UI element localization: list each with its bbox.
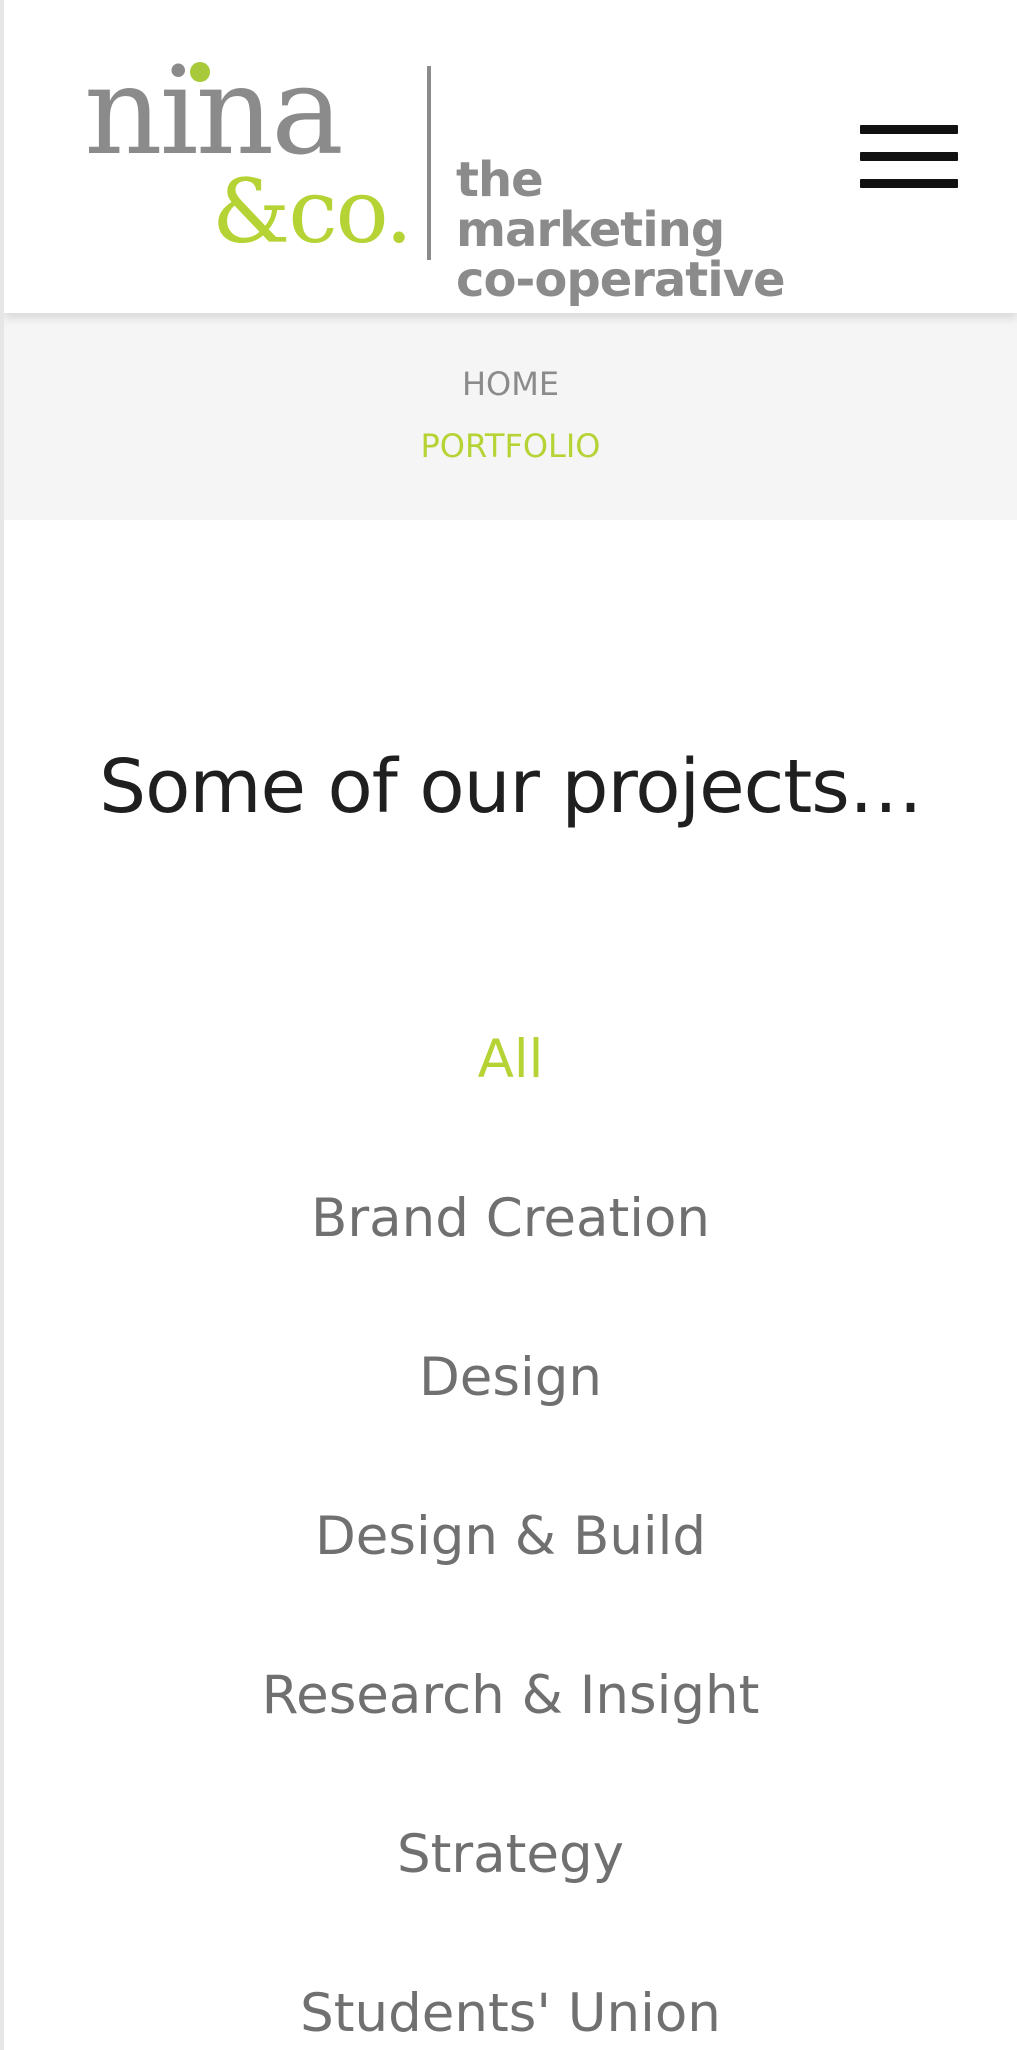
breadcrumb: HOME PORTFOLIO [4,313,1017,520]
logo-divider [427,66,431,260]
filter-all[interactable]: All [4,1020,1017,1179]
menu-bar [860,125,958,134]
logo-tagline-line2: co-operative [456,252,786,308]
filter-students-union[interactable]: Students' Union [4,1974,1017,2050]
filter-design[interactable]: Design [4,1338,1017,1497]
menu-bar [860,152,958,161]
logo-wordmark-nina: nina [84,40,344,182]
site-logo[interactable]: nina &co. the marketing co-operative [84,40,804,305]
hamburger-menu-icon[interactable] [860,125,958,189]
filter-brand-creation[interactable]: Brand Creation [4,1179,1017,1338]
logo-tagline-line1: the marketing [456,152,725,258]
logo-tagline: the marketing co-operative [456,155,804,305]
menu-bar [860,179,958,188]
filter-design-and-build[interactable]: Design & Build [4,1497,1017,1656]
logo-wordmark-co: &co. [212,160,413,263]
filter-research-and-insight[interactable]: Research & Insight [4,1656,1017,1815]
breadcrumb-current: PORTFOLIO [420,427,601,465]
logo-dot [190,62,210,82]
filter-strategy[interactable]: Strategy [4,1815,1017,1974]
breadcrumb-home-link[interactable]: HOME [4,365,1017,403]
site-header: nina &co. the marketing co-operative [4,0,1017,313]
page: nina &co. the marketing co-operative HOM… [0,0,1017,2050]
portfolio-filter-list: All Brand Creation Design Design & Build… [4,1020,1017,2050]
page-title: Some of our projects… [99,744,923,830]
